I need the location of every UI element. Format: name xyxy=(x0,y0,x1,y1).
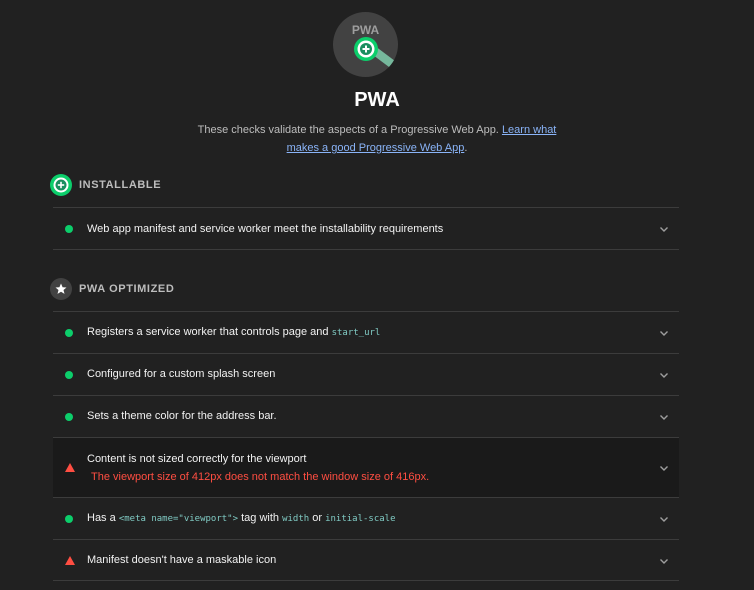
chevron-down-icon[interactable] xyxy=(659,463,669,473)
pass-indicator-icon xyxy=(65,413,73,421)
audit-maskable-icon[interactable]: Manifest doesn't have a maskable icon xyxy=(53,539,679,581)
pwa-report: PWA PWA These checks validate the aspect… xyxy=(0,0,754,590)
pass-indicator-icon xyxy=(65,515,73,523)
pass-indicator-icon xyxy=(65,225,73,233)
star-icon xyxy=(50,278,72,300)
audit-code-start-url: start_url xyxy=(331,328,381,338)
pass-indicator-icon xyxy=(65,329,73,337)
audit-service-worker[interactable]: Registers a service worker that controls… xyxy=(53,311,679,353)
pwa-badge: PWA xyxy=(333,12,398,77)
audit-label: Sets a theme color for the address bar. xyxy=(87,410,277,422)
audit-label: Has a <meta name="viewport"> tag with wi… xyxy=(87,512,396,524)
audit-label-text: Has a xyxy=(87,512,116,524)
audit-meta-viewport[interactable]: Has a <meta name="viewport"> tag with wi… xyxy=(53,497,679,539)
audit-viewport-content[interactable]: Content is not sized correctly for the v… xyxy=(53,437,679,497)
audit-code-width: width xyxy=(282,514,310,524)
audit-code-initial-scale: initial-scale xyxy=(325,514,396,524)
audit-label: Content is not sized correctly for the v… xyxy=(87,453,307,465)
audit-label-text: or xyxy=(312,512,323,524)
pwa-badge-text: PWA xyxy=(352,23,380,37)
learn-more-link-part1[interactable]: Learn what xyxy=(502,124,556,136)
fail-indicator-icon xyxy=(65,556,75,565)
fail-indicator-icon xyxy=(65,463,75,472)
audit-label-text: tag with xyxy=(241,512,280,524)
audit-label-text: Registers a service worker that controls… xyxy=(87,326,329,338)
audit-code-meta-viewport: <meta name="viewport"> xyxy=(118,514,239,524)
learn-more-link-part2[interactable]: makes a good Progressive Web App xyxy=(287,142,465,154)
chevron-down-icon[interactable] xyxy=(659,556,669,566)
group-header-pwa-optimized: PWA OPTIMIZED xyxy=(50,278,174,300)
description-tail: . xyxy=(464,142,468,154)
audit-label: Manifest doesn't have a maskable icon xyxy=(87,554,277,566)
pass-indicator-icon xyxy=(65,371,73,379)
chevron-down-icon[interactable] xyxy=(659,370,669,380)
audit-label: Configured for a custom splash screen xyxy=(87,368,276,380)
category-title: PWA xyxy=(354,89,400,111)
audit-splash-screen[interactable]: Configured for a custom splash screen xyxy=(53,353,679,395)
chevron-down-icon[interactable] xyxy=(659,412,669,422)
description-text: These checks validate the aspects of a P… xyxy=(197,124,499,136)
group-header-installable: INSTALLABLE xyxy=(50,174,161,196)
audit-label: Web app manifest and service worker meet… xyxy=(87,223,444,235)
pwa-badge-icon: PWA xyxy=(352,23,398,70)
group-title-pwa-optimized: PWA OPTIMIZED xyxy=(79,283,175,295)
plus-circle-icon xyxy=(50,174,72,196)
chevron-down-icon[interactable] xyxy=(659,514,669,524)
audit-detail: The viewport size of 412px does not matc… xyxy=(91,471,430,483)
audit-label: Registers a service worker that controls… xyxy=(87,326,380,338)
category-description: These checks validate the aspects of a P… xyxy=(180,121,574,157)
audit-installable-manifest[interactable]: Web app manifest and service worker meet… xyxy=(53,207,679,250)
chevron-down-icon[interactable] xyxy=(659,328,669,338)
group-title-installable: INSTALLABLE xyxy=(79,179,162,191)
chevron-down-icon[interactable] xyxy=(659,224,669,234)
audit-theme-color[interactable]: Sets a theme color for the address bar. xyxy=(53,395,679,437)
